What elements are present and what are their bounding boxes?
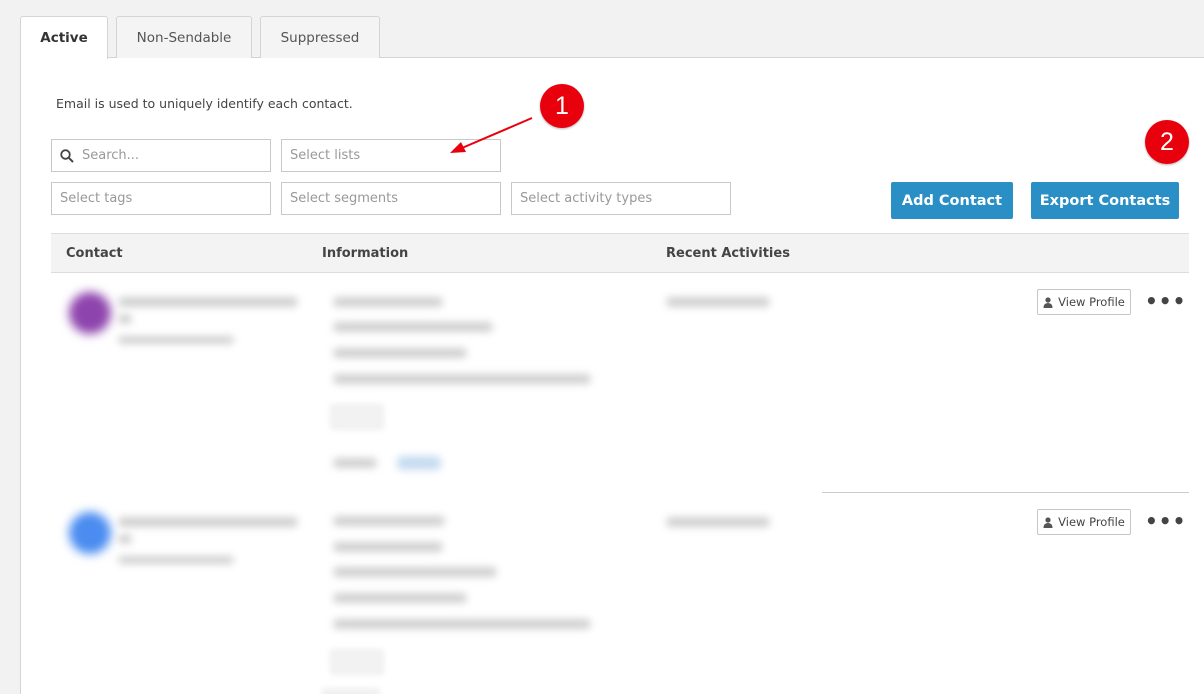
tab-non-sendable[interactable]: Non-Sendable bbox=[116, 16, 252, 58]
annotation-arrow bbox=[450, 117, 533, 153]
tab-active[interactable]: Active bbox=[20, 16, 108, 59]
contact-tabs: Active Non-Sendable Suppressed bbox=[20, 16, 380, 59]
annotation-badge-2: 2 bbox=[1145, 120, 1189, 164]
tab-suppressed[interactable]: Suppressed bbox=[260, 16, 380, 58]
annotation-badge-1: 1 bbox=[540, 84, 584, 128]
